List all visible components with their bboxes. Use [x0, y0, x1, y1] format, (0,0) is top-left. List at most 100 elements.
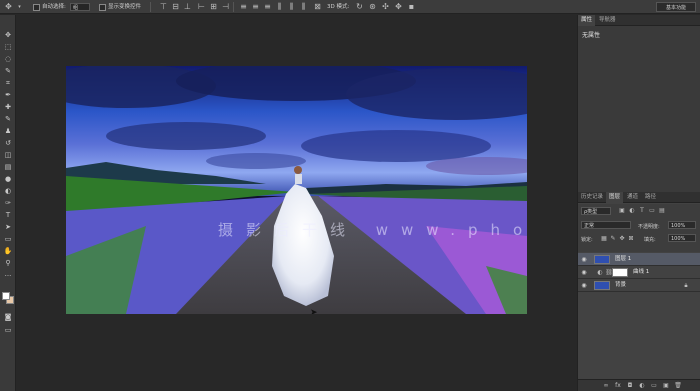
blur-icon[interactable]: ●: [2, 174, 14, 184]
layer-thumbnail: [594, 281, 610, 290]
new-layer-icon[interactable]: ▣: [662, 382, 670, 389]
layer-kind-filter[interactable]: ρ类型: [581, 207, 611, 215]
distribute-vcenter-icon[interactable]: ≡: [250, 0, 261, 14]
trash-icon[interactable]: 🗑︎: [674, 382, 682, 389]
align-top-icon[interactable]: ⊤: [158, 0, 169, 14]
layers-footer: ∞ fx ◘ ◐ ▭ ▣ 🗑︎: [578, 379, 700, 391]
arrow-cursor-icon: ➤: [310, 308, 318, 314]
gradient-icon[interactable]: ▤: [2, 162, 14, 172]
distribute-bottom-icon[interactable]: ≡: [262, 0, 273, 14]
layer-style-icon[interactable]: fx: [614, 382, 622, 389]
marquee-icon[interactable]: ⬚: [2, 42, 14, 52]
hand-icon[interactable]: ✋: [2, 246, 14, 256]
align-hcenter-icon[interactable]: ⊞: [208, 0, 219, 14]
distribute-top-icon[interactable]: ≡: [238, 0, 249, 14]
layer-thumbnail: [594, 255, 610, 264]
eraser-icon[interactable]: ◫: [2, 150, 14, 160]
properties-tabbar: 属性 导航器: [578, 15, 700, 26]
document-canvas[interactable]: 摄影后干线 www.photoshopvip.net ➤: [66, 66, 527, 314]
layers-controls: ρ类型 ▣ ◐ T ▭ ▤ 正常 不透明度: 100% 锁定: ▦ ✎ ✥ ⊠ …: [578, 204, 700, 252]
pen-icon[interactable]: ✑: [2, 198, 14, 208]
filter-type-icon[interactable]: T: [638, 207, 646, 214]
eye-icon[interactable]: ◉: [580, 256, 588, 263]
tab-navigator[interactable]: 导航器: [596, 15, 619, 26]
layer-name[interactable]: 曲线 1: [633, 266, 649, 279]
eye-icon[interactable]: ◉: [580, 269, 588, 276]
lock-position-icon[interactable]: ✥: [618, 235, 626, 242]
move-icon[interactable]: ✥: [2, 30, 14, 40]
path-select-icon[interactable]: ➤: [2, 222, 14, 232]
3d-rotate-icon[interactable]: ↻: [354, 0, 365, 14]
quick-select-icon[interactable]: ✎: [2, 66, 14, 76]
clone-stamp-icon[interactable]: ♟: [2, 126, 14, 136]
show-transform-checkbox[interactable]: [99, 3, 106, 11]
tools-panel: ✥ ⬚ ◌ ✎ ⌗ ✒ ✚ ✎ ♟ ↺ ◫ ▤ ● ◐ ✑ T ➤ ▭ ✋ ⚲ …: [0, 15, 16, 391]
3d-drag-icon[interactable]: ✣: [380, 0, 391, 14]
align-bottom-icon[interactable]: ⊥: [182, 0, 193, 14]
opacity-input[interactable]: 100%: [668, 221, 696, 229]
options-bar: ✥ ▾ 自动选择: 组 显示变换控件 ⊤ ⊟ ⊥ ⊢ ⊞ ⊣ ≡ ≡ ≡ ⫼ ⫼…: [0, 0, 700, 14]
layer-row[interactable]: ◉ 背景 🔒︎: [578, 279, 700, 292]
history-brush-icon[interactable]: ↺: [2, 138, 14, 148]
auto-align-icon[interactable]: ⊠: [312, 0, 323, 14]
3d-mode-label: 3D 模式:: [327, 4, 350, 10]
distribute-right-icon[interactable]: ⫼: [298, 0, 309, 14]
add-mask-icon[interactable]: ◘: [626, 382, 634, 389]
filter-adjust-icon[interactable]: ◐: [628, 207, 636, 214]
lock-label: 锁定:: [581, 237, 593, 243]
filter-smart-icon[interactable]: ▤: [658, 207, 666, 214]
new-group-icon[interactable]: ▭: [650, 382, 658, 389]
tool-preset-dropdown-icon[interactable]: ▾: [14, 0, 25, 14]
watermark-text: 摄影后干线 www.photoshopvip.net: [218, 221, 527, 239]
eyedropper-icon[interactable]: ✒: [2, 90, 14, 100]
link-layers-icon[interactable]: ∞: [602, 382, 610, 389]
tab-history[interactable]: 历史记录: [578, 192, 606, 203]
shape-icon[interactable]: ▭: [2, 234, 14, 244]
tab-properties[interactable]: 属性: [578, 15, 596, 26]
fill-label: 填充:: [644, 237, 656, 243]
workspace-switcher[interactable]: 基本功能: [656, 2, 696, 12]
more-tools-icon[interactable]: ···: [2, 271, 14, 281]
auto-select-target-select[interactable]: 组: [70, 3, 90, 11]
lock-paint-icon[interactable]: ✎: [609, 235, 617, 242]
align-right-icon[interactable]: ⊣: [220, 0, 231, 14]
3d-slide-icon[interactable]: ✥: [393, 0, 404, 14]
layers-tabbar: 历史记录 图层 通道 路径: [578, 192, 700, 203]
eye-icon[interactable]: ◉: [580, 282, 588, 289]
3d-scale-icon[interactable]: ▪: [406, 0, 417, 14]
lock-icon: 🔒︎: [684, 282, 688, 289]
layer-row[interactable]: ◉ 图层 1: [578, 253, 700, 266]
healing-brush-icon[interactable]: ✚: [2, 102, 14, 112]
filter-shape-icon[interactable]: ▭: [648, 207, 656, 214]
move-tool-icon[interactable]: ✥: [3, 0, 14, 14]
fill-input[interactable]: 100%: [668, 234, 696, 242]
align-left-icon[interactable]: ⊢: [196, 0, 207, 14]
lock-all-icon[interactable]: ⊠: [627, 235, 635, 242]
no-properties-text: 无属性: [582, 32, 601, 39]
type-icon[interactable]: T: [2, 210, 14, 220]
filter-pixel-icon[interactable]: ▣: [618, 207, 626, 214]
brush-icon[interactable]: ✎: [2, 114, 14, 124]
adjustment-layer-icon[interactable]: ◐: [638, 382, 646, 389]
crop-icon[interactable]: ⌗: [2, 78, 14, 88]
canvas-image: [66, 66, 527, 314]
tab-paths[interactable]: 路径: [642, 192, 659, 203]
layer-row[interactable]: ◉ ◐ ⛓ 曲线 1: [578, 266, 700, 279]
auto-select-checkbox[interactable]: [33, 3, 40, 11]
distribute-hcenter-icon[interactable]: ⫼: [286, 0, 297, 14]
tab-layers[interactable]: 图层: [606, 192, 624, 203]
3d-roll-icon[interactable]: ⊛: [367, 0, 378, 14]
foreground-color-swatch[interactable]: [2, 292, 10, 300]
distribute-left-icon[interactable]: ⫼: [274, 0, 285, 14]
align-vcenter-icon[interactable]: ⊟: [170, 0, 181, 14]
blend-mode-select[interactable]: 正常: [581, 221, 631, 229]
screen-mode-icon[interactable]: ▭: [2, 325, 14, 335]
layer-name[interactable]: 图层 1: [615, 253, 631, 266]
quick-mask-icon[interactable]: ◙: [2, 312, 14, 322]
lock-pixels-icon[interactable]: ▦: [600, 235, 608, 242]
lasso-icon[interactable]: ◌: [2, 54, 14, 64]
tab-channels[interactable]: 通道: [624, 192, 641, 203]
zoom-icon[interactable]: ⚲: [2, 258, 14, 268]
layer-name[interactable]: 背景: [615, 279, 626, 292]
dodge-icon[interactable]: ◐: [2, 186, 14, 196]
